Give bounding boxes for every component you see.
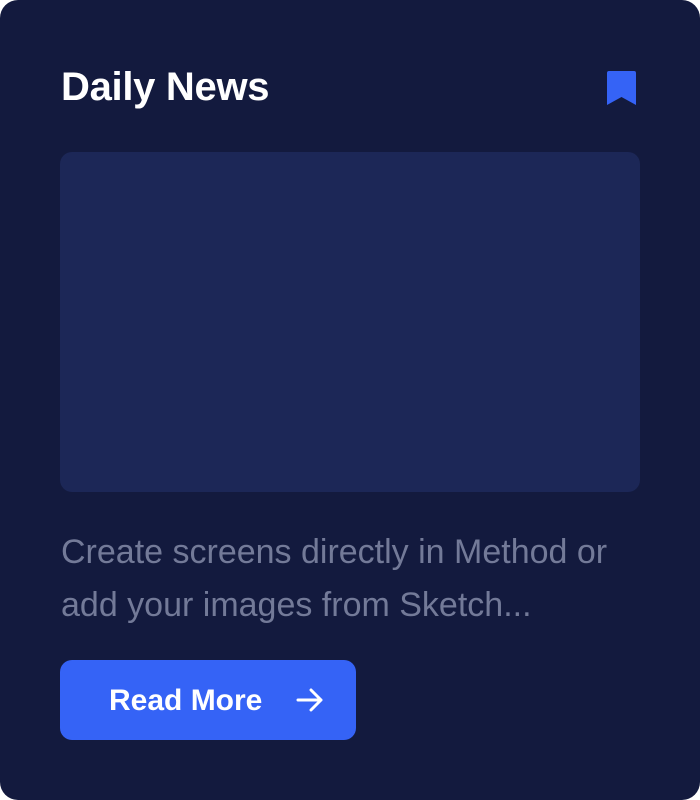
read-more-button[interactable]: Read More (60, 660, 356, 740)
image-placeholder (60, 152, 640, 492)
bookmark-icon[interactable] (607, 71, 636, 105)
bookmark-icon-graphic (607, 71, 636, 105)
read-more-label: Read More (109, 684, 263, 717)
news-card: Daily News Create screens directly in Me… (0, 0, 700, 800)
arrow-right-icon (296, 688, 324, 712)
card-title: Daily News (61, 65, 270, 109)
card-excerpt: Create screens directly in Method or add… (61, 533, 608, 624)
